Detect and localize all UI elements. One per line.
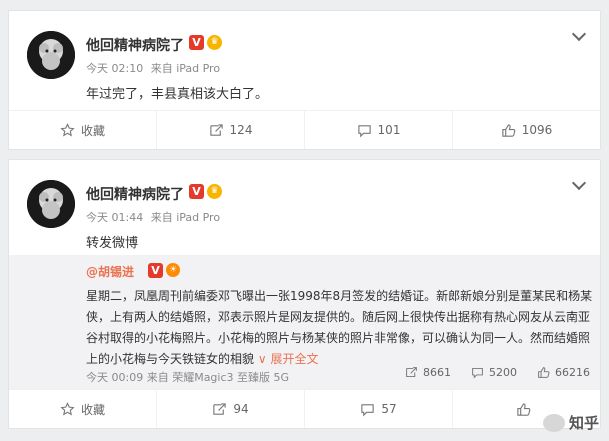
post-time[interactable]: 今天 01:44 — [86, 211, 143, 224]
avatar[interactable] — [27, 180, 75, 228]
verified-icon: V — [189, 184, 204, 199]
thumbs-up-icon — [502, 123, 516, 137]
chevron-down-icon[interactable] — [571, 175, 587, 191]
comment-button[interactable]: 57 — [304, 390, 452, 428]
repost-count: 94 — [233, 402, 249, 416]
repost-text: 星期二，凤凰周刊前编委邓飞曝出一张1998年8月签发的结婚证。新郎新娘分别是董某… — [86, 286, 594, 370]
post-source: 来自 iPad Pro — [150, 211, 221, 224]
repost-repost-stat[interactable]: 8661 — [405, 366, 451, 379]
repost-like-stat[interactable]: 66216 — [537, 366, 590, 379]
verified-icon: V — [189, 35, 204, 50]
thumbs-up-icon — [517, 402, 531, 416]
favorite-label: 收藏 — [80, 123, 105, 138]
repost-source: 来自 荣耀Magic3 至臻版 5G — [146, 371, 290, 384]
comment-icon — [472, 367, 483, 379]
comment-count: 57 — [381, 402, 397, 416]
author-badges: V ♛ — [189, 184, 222, 199]
repost-comment-count: 5200 — [489, 366, 517, 379]
post-text: 转发微博 — [86, 236, 139, 251]
repost-time[interactable]: 今天 00:09 — [86, 371, 143, 384]
repost-icon — [213, 402, 227, 415]
post-meta: 今天 01:44 来自 iPad Pro — [86, 209, 224, 225]
favorite-button[interactable]: 收藏 — [9, 390, 156, 428]
star-icon — [60, 401, 75, 415]
author-badges: V ♛ — [189, 35, 222, 50]
repost-like-count: 66216 — [555, 366, 590, 379]
weibo-post-card: 他回精神病院了 V ♛ 今天 02:10 来自 iPad Pro 年过完了，丰县… — [8, 10, 601, 150]
weibo-post-card: 他回精神病院了 V ♛ 今天 01:44 来自 iPad Pro 转发微博 @胡… — [8, 159, 601, 429]
repost-meta: 今天 00:09 来自 荣耀Magic3 至臻版 5G — [86, 369, 289, 385]
wechat-icon — [542, 413, 565, 432]
post-time[interactable]: 今天 02:10 — [86, 62, 143, 75]
repost-count: 124 — [229, 123, 253, 137]
like-button[interactable]: 1096 — [452, 111, 600, 149]
repost-button[interactable]: 94 — [156, 390, 304, 428]
repost-stats: 8661 5200 66216 — [405, 366, 590, 379]
like-count: 1096 — [521, 123, 553, 137]
favorite-label: 收藏 — [80, 402, 105, 417]
expand-link[interactable]: ∨ 展开全文 — [254, 352, 319, 366]
repost-repost-count: 8661 — [423, 366, 451, 379]
reposted-content[interactable]: @胡锡进 V ☀ 星期二，凤凰周刊前编委邓飞曝出一张1998年8月签发的结婚证。… — [9, 255, 600, 389]
author-name[interactable]: 他回精神病院了 — [86, 35, 184, 55]
repost-icon — [209, 123, 223, 136]
zhihu-watermark: 知乎 — [542, 412, 599, 433]
vip-icon: ♛ — [207, 35, 222, 50]
favorite-button[interactable]: 收藏 — [9, 111, 156, 149]
verified-icon: V — [148, 263, 163, 278]
chevron-down-icon[interactable] — [571, 26, 587, 42]
comment-button[interactable]: 101 — [304, 111, 452, 149]
comment-count: 101 — [377, 123, 401, 137]
post-text: 年过完了，丰县真相该大白了。 — [86, 87, 269, 102]
thumbs-up-icon — [538, 367, 550, 378]
action-bar: 收藏 124 101 1096 — [9, 110, 600, 149]
watermark-text: 知乎 — [568, 414, 599, 432]
avatar[interactable] — [27, 31, 75, 79]
sun-icon: ☀ — [166, 263, 180, 277]
repost-author-badges: V ☀ — [148, 263, 180, 278]
post-source: 来自 iPad Pro — [150, 62, 221, 75]
post-meta: 今天 02:10 来自 iPad Pro — [86, 60, 224, 76]
repost-button[interactable]: 124 — [156, 111, 304, 149]
repost-comment-stat[interactable]: 5200 — [471, 366, 517, 379]
repost-body: 星期二，凤凰周刊前编委邓飞曝出一张1998年8月签发的结婚证。新郎新娘分别是董某… — [86, 289, 593, 366]
repost-icon — [406, 367, 417, 378]
vip-icon: ♛ — [207, 184, 222, 199]
star-icon — [60, 122, 75, 136]
comment-icon — [361, 403, 375, 416]
expand-label[interactable]: 展开全文 — [270, 352, 318, 366]
repost-author[interactable]: @胡锡进 — [86, 263, 134, 280]
action-bar: 收藏 94 57 — [9, 389, 600, 428]
comment-icon — [357, 124, 371, 137]
author-name[interactable]: 他回精神病院了 — [86, 184, 184, 204]
